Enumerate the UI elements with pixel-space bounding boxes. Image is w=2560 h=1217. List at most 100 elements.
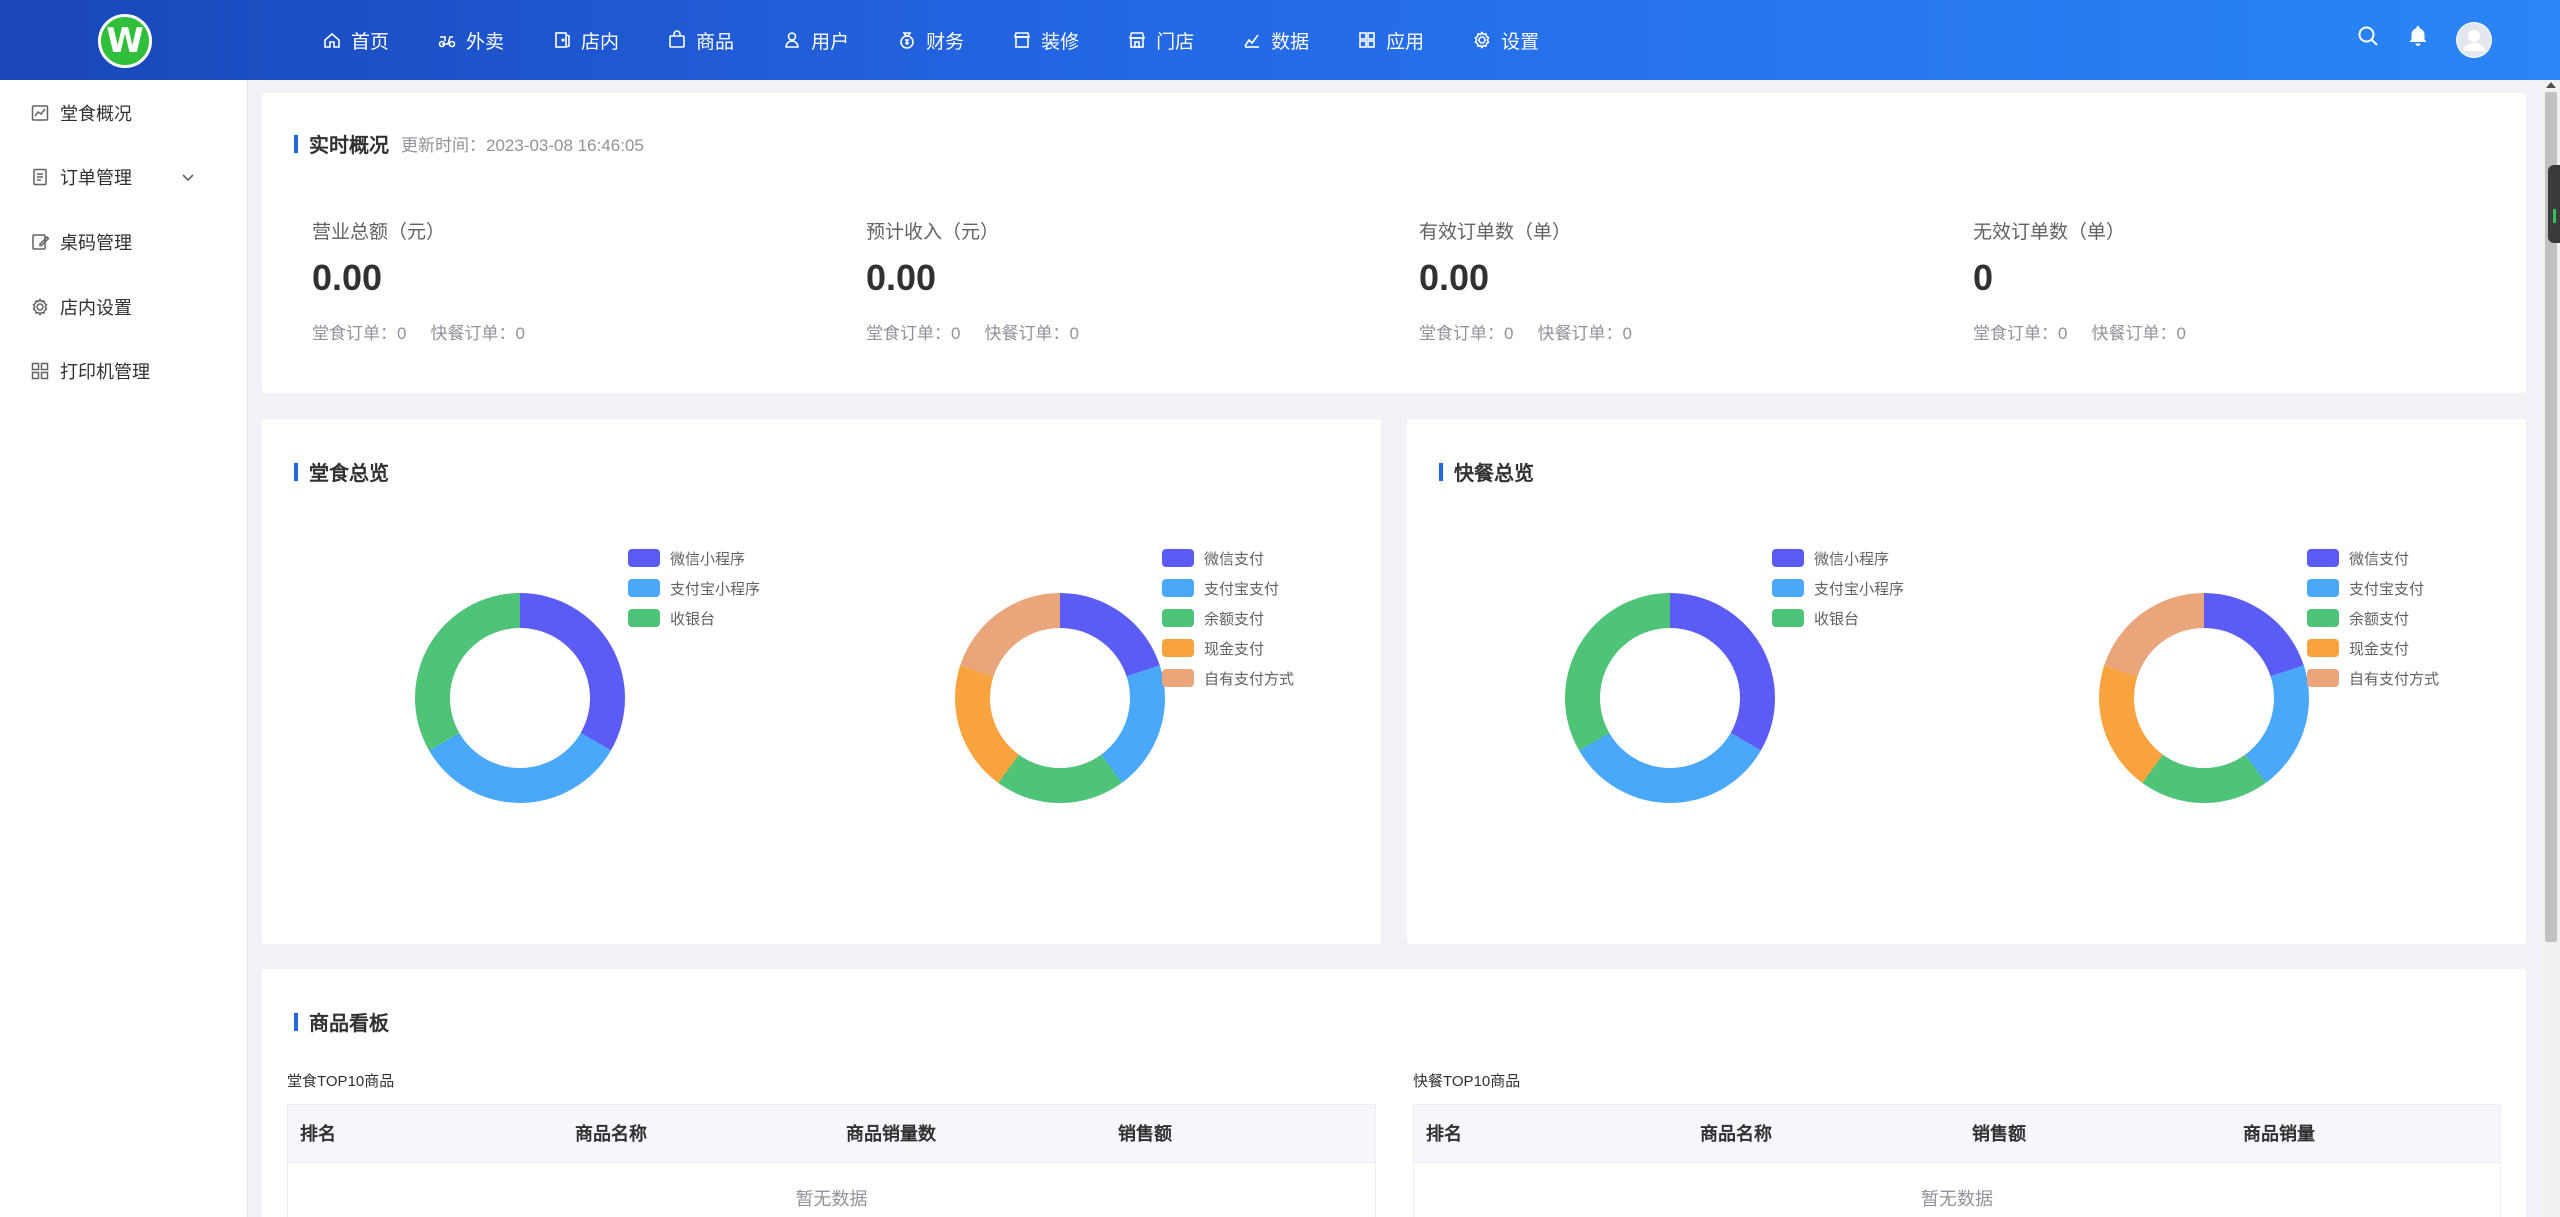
legend-label: 微信小程序 [1814,550,1890,568]
legend-swatch [628,549,660,567]
nav-item-2[interactable]: 店内 [552,0,619,80]
table-header: 排名 商品名称 商品销量数 销售额 [288,1105,1375,1163]
nav-item-5[interactable]: 财务 [897,0,964,80]
nav-item-8[interactable]: 数据 [1242,0,1309,80]
legend-label: 现金支付 [2349,640,2410,658]
legend-swatch [1772,609,1804,627]
stat-value: 0 [1973,257,1994,298]
nav-item-4[interactable]: 用户 [782,0,849,80]
fast-orders: 快餐订单：0 [2091,324,2186,343]
legend-label: 自有支付方式 [1204,670,1295,688]
bag-icon [669,30,685,48]
nav-item-label: 首页 [351,31,390,53]
dine-orders: 堂食订单：0 [312,324,407,343]
donut-slice-0[interactable] [1060,593,1160,677]
donut-slice-2[interactable] [1565,593,1670,751]
dine-top10-caption: 堂食TOP10商品 [287,1073,395,1090]
legend-label: 微信小程序 [670,550,746,568]
column-header: 商品名称 [575,1124,647,1144]
donut-slice-0[interactable] [2204,593,2304,677]
edit-icon [32,234,50,250]
nav-item-3[interactable]: 商品 [667,0,734,80]
donut-slice-0[interactable] [520,593,625,751]
fast-top10-table: 排名 商品名称 销售额 商品销量 暂无数据 [1413,1104,2501,1217]
sidebar-item-printer-management[interactable]: 打印机管理 [0,351,248,391]
legend-item[interactable]: 余额支付 [2307,603,2439,633]
legend-item[interactable]: 收银台 [628,603,760,633]
table-header: 排名 商品名称 销售额 商品销量 [1414,1105,2500,1163]
stat-value: 0.00 [866,257,937,298]
stat-value: 0.00 [1419,257,1490,298]
dine-channel-legend: 微信小程序支付宝小程序 收银台 [628,543,760,633]
section-title: 实时概况 更新时间：2023-03-08 16:46:05 [294,129,644,158]
donut-slice-1[interactable] [2245,665,2309,783]
legend-item[interactable]: 自有支付方式 [2307,663,2439,693]
legend-swatch [628,609,660,627]
scroll-up-arrow[interactable] [2546,82,2556,88]
legend-label: 收银台 [1814,610,1860,628]
page-scrollbar[interactable] [2542,80,2560,1217]
legend-item[interactable]: 支付宝小程序 [1772,573,1904,603]
legend-item[interactable]: 支付宝支付 [1162,573,1294,603]
donut-slice-1[interactable] [1101,665,1165,783]
stat-value: 0.00 [312,257,383,298]
legend-swatch [628,579,660,597]
column-header: 商品名称 [1700,1124,1772,1144]
nav-item-9[interactable]: 应用 [1357,0,1424,80]
legend-item[interactable]: 自有支付方式 [1162,663,1294,693]
bell-icon[interactable] [2406,24,2430,48]
legend-item[interactable]: 收银台 [1772,603,1904,633]
legend-item[interactable]: 现金支付 [2307,633,2439,663]
logo[interactable]: W [98,14,152,68]
stat-label: 有效订单数（单） [1419,222,1572,243]
legend-item[interactable]: 微信小程序 [628,543,760,573]
donut-slice-1[interactable] [1579,733,1761,803]
sidebar-item-dine-overview[interactable]: 堂食概况 [0,93,248,133]
fast-channel-legend: 微信小程序支付宝小程序收银台 [1772,543,1904,633]
nav-item-7[interactable]: 门店 [1127,0,1194,80]
search-icon[interactable] [2356,24,2380,48]
legend-swatch [2307,639,2339,657]
legend-item[interactable]: 微信支付 [1162,543,1294,573]
sidebar-item-table-code[interactable]: 桌码管理 [0,222,248,262]
user-icon [785,32,799,48]
dine-top10-table: 排名 商品名称 商品销量数 销售额 暂无数据 [287,1104,1376,1217]
nav-item-10[interactable]: 设置 [1472,0,1539,80]
legend-item[interactable]: 现金支付 [1162,633,1294,663]
legend-swatch [1772,549,1804,567]
door-icon [555,32,570,48]
avatar[interactable] [2456,22,2492,58]
legend-item[interactable]: 支付宝小程序 [628,573,760,603]
donut-slice-4[interactable] [2104,593,2204,677]
stat-sub: 堂食订单：0 快餐订单：0 [1419,319,1632,344]
floating-side-handle[interactable] [2548,165,2560,243]
donut-slice-3[interactable] [955,665,1019,783]
donut-slice-2[interactable] [415,593,520,751]
fast-orders: 快餐订单：0 [984,324,1079,343]
nav-item-6[interactable]: 装修 [1012,0,1079,80]
sidebar-item-store-settings[interactable]: 店内设置 [0,287,248,327]
legend-item[interactable]: 微信支付 [2307,543,2439,573]
nav-item-0[interactable]: 首页 [322,0,389,80]
nav-item-label: 店内 [581,31,620,53]
column-header: 商品销量 [2243,1124,2315,1144]
legend-item[interactable]: 余额支付 [1162,603,1294,633]
legend-label: 余额支付 [1204,610,1265,628]
top-nav: 首页 外卖 店内 商品 用户 财务 装修 门店 数据 应用 设置 [322,0,1587,80]
legend-item[interactable]: 支付宝支付 [2307,573,2439,603]
sidebar-item-order-management[interactable]: 订单管理 [0,157,248,197]
nav-item-label: 财务 [926,31,965,53]
donut-slice-2[interactable] [998,754,1122,803]
donut-slice-4[interactable] [960,593,1060,677]
goods-board-card: 商品看板 堂食TOP10商品 排名 商品名称 商品销量数 销售额 暂无数据 快餐… [262,969,2526,1217]
donut-slice-2[interactable] [2142,754,2266,803]
stat-sub: 堂食订单：0 快餐订单：0 [1973,319,2186,344]
donut-slice-1[interactable] [429,733,611,803]
legend-item[interactable]: 微信小程序 [1772,543,1904,573]
legend-swatch [2307,609,2339,627]
nav-item-1[interactable]: 外卖 [437,0,504,80]
legend-swatch [2307,549,2339,567]
donut-slice-3[interactable] [2099,665,2163,783]
chevron-down-icon[interactable] [178,167,198,187]
donut-slice-0[interactable] [1670,593,1775,751]
